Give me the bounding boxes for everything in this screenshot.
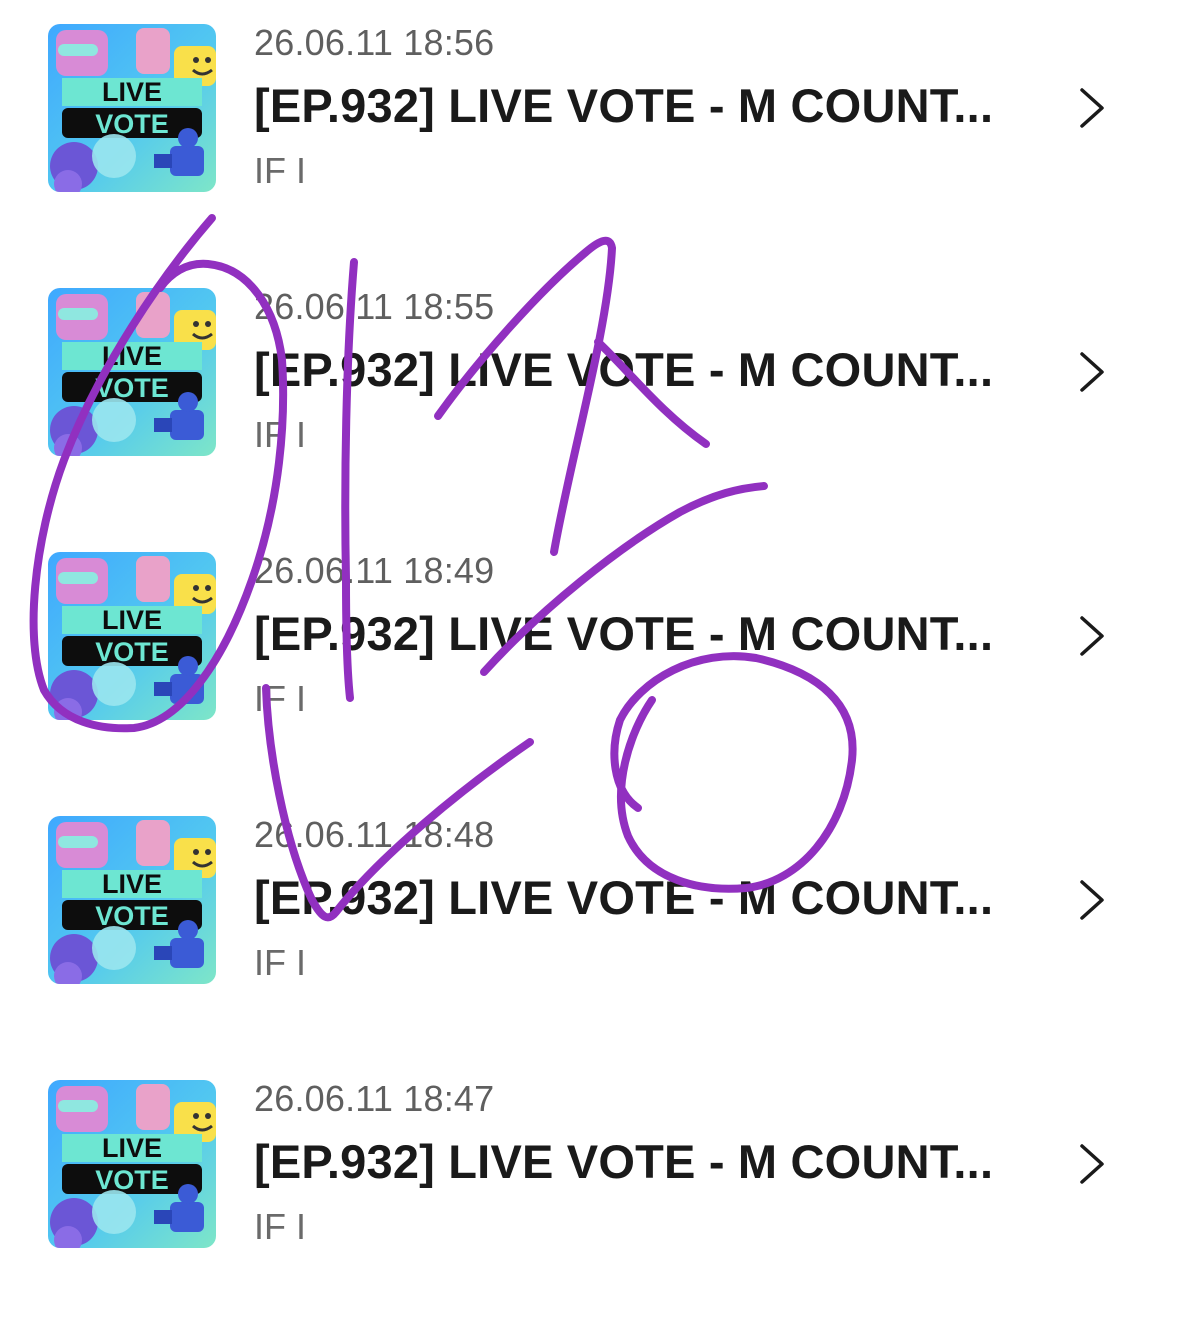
thumb-text-line1: LIVE	[102, 1133, 162, 1163]
live-vote-thumbnail: LIVE VOTE	[48, 1080, 216, 1248]
live-vote-logo-image: LIVE VOTE	[48, 552, 216, 720]
vote-subtitle: IF I	[254, 942, 306, 983]
thumb-text-line2: VOTE	[95, 637, 169, 667]
vote-subtitle: IF I	[254, 150, 306, 191]
vote-title: [EP.932] LIVE VOTE - M COUNT...	[254, 343, 994, 396]
chevron-right-icon[interactable]	[1072, 1142, 1112, 1186]
vote-timestamp: 26.06.11 18:49	[254, 550, 495, 591]
thumb-text-line1: LIVE	[102, 869, 162, 899]
chevron-right-icon[interactable]	[1072, 878, 1112, 922]
thumb-text-line2: VOTE	[95, 901, 169, 931]
vote-timestamp: 26.06.11 18:56	[254, 22, 495, 63]
live-vote-logo-image: LIVE VOTE	[48, 24, 216, 192]
live-vote-thumbnail: LIVE VOTE	[48, 816, 216, 984]
thumb-text-line2: VOTE	[95, 1165, 169, 1195]
chevron-right-icon[interactable]	[1072, 86, 1112, 130]
vote-timestamp: 26.06.11 18:47	[254, 1078, 495, 1119]
vote-timestamp: 26.06.11 18:55	[254, 286, 495, 327]
live-vote-logo-image: LIVE VOTE	[48, 288, 216, 456]
live-vote-thumbnail: LIVE VOTE	[48, 24, 216, 192]
vote-subtitle: IF I	[254, 678, 306, 719]
thumb-text-line1: LIVE	[102, 77, 162, 107]
live-vote-thumbnail: LIVE VOTE	[48, 288, 216, 456]
vote-list-item[interactable]: LIVE VOTE 26.06.11 18:47 [EP.932] LIVE V…	[0, 1056, 1179, 1320]
vote-title: [EP.932] LIVE VOTE - M COUNT...	[254, 871, 994, 924]
thumb-text-line2: VOTE	[95, 373, 169, 403]
vote-list-item[interactable]: LIVE VOTE 26.06.11 18:48 [EP.932] LIVE V…	[0, 792, 1179, 1056]
chevron-right-icon[interactable]	[1072, 350, 1112, 394]
live-vote-logo-image: LIVE VOTE	[48, 1080, 216, 1248]
vote-list-item[interactable]: LIVE VOTE 26.06.11 18:55 [EP.932] LIVE V…	[0, 264, 1179, 528]
vote-timestamp: 26.06.11 18:48	[254, 814, 495, 855]
vote-title: [EP.932] LIVE VOTE - M COUNT...	[254, 79, 994, 132]
thumb-text-line2: VOTE	[95, 109, 169, 139]
vote-list-item[interactable]: LIVE VOTE 26.06.11 18:49 [EP.932] LIVE V…	[0, 528, 1179, 792]
vote-history-list: LIVE VOTE 26.06.11 18:56 [EP.932] LIVE V…	[0, 0, 1179, 1317]
vote-subtitle: IF I	[254, 1206, 306, 1247]
live-vote-logo-image: LIVE VOTE	[48, 816, 216, 984]
thumb-text-line1: LIVE	[102, 341, 162, 371]
chevron-right-icon[interactable]	[1072, 614, 1112, 658]
vote-subtitle: IF I	[254, 414, 306, 455]
vote-list-item[interactable]: LIVE VOTE 26.06.11 18:56 [EP.932] LIVE V…	[0, 0, 1179, 264]
thumb-text-line1: LIVE	[102, 605, 162, 635]
live-vote-thumbnail: LIVE VOTE	[48, 552, 216, 720]
vote-title: [EP.932] LIVE VOTE - M COUNT...	[254, 607, 994, 660]
vote-title: [EP.932] LIVE VOTE - M COUNT...	[254, 1135, 994, 1188]
